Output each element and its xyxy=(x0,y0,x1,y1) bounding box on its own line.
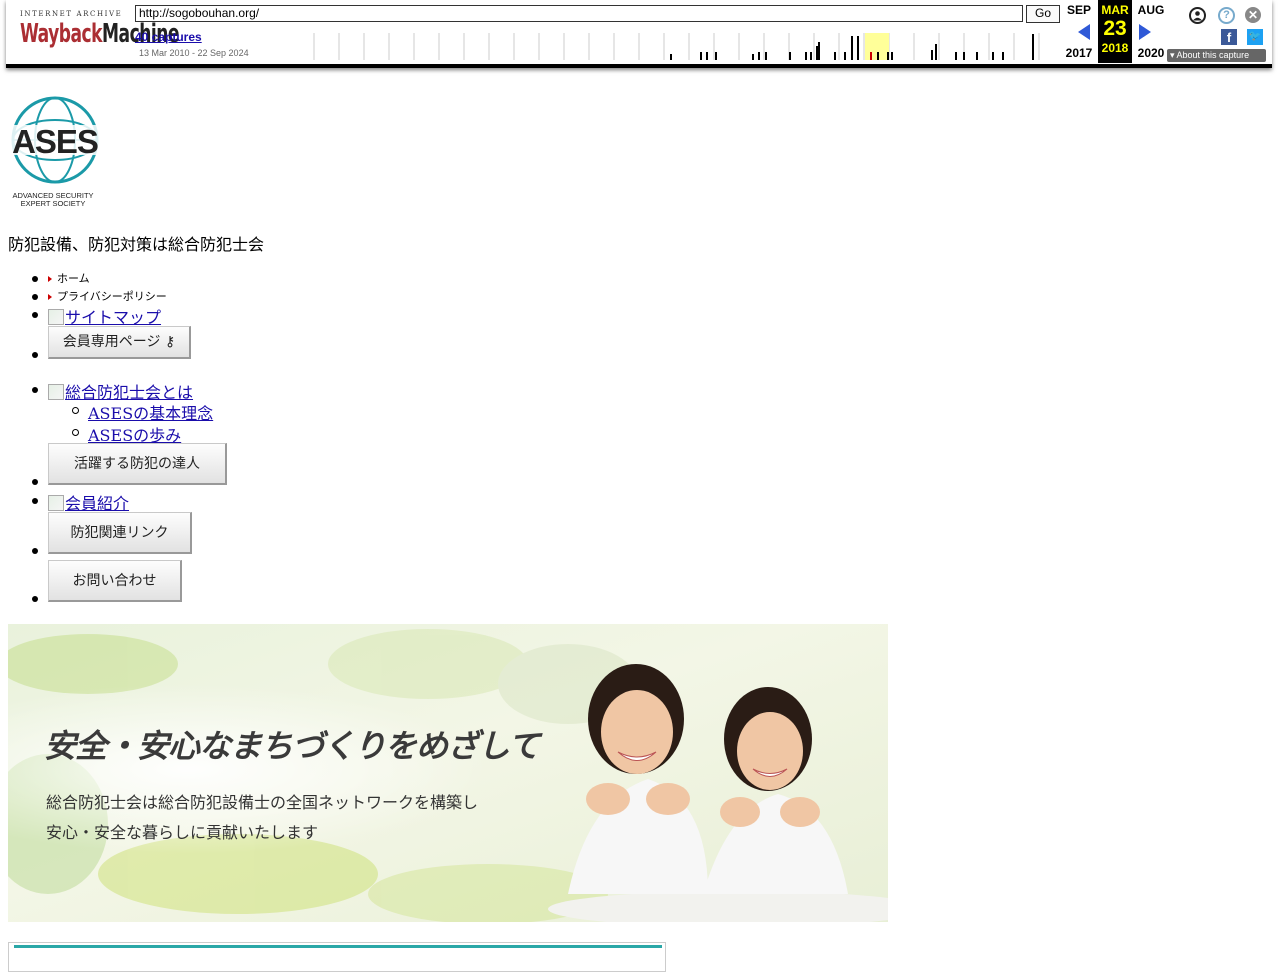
capture-tick xyxy=(706,52,708,60)
nav-privacy-link[interactable]: プライバシーポリシー xyxy=(48,288,167,304)
prev-capture-arrow-icon[interactable] xyxy=(1078,24,1090,40)
capture-tick xyxy=(844,52,846,60)
wayback-current-date: MAR 23 2018 xyxy=(1098,0,1132,63)
red-triangle-icon xyxy=(48,294,52,300)
wayback-capture-sparkline[interactable] xyxy=(308,33,1060,60)
capture-tick xyxy=(810,52,812,60)
list-bullet xyxy=(32,479,38,485)
capture-tick xyxy=(805,52,807,60)
contact-button[interactable]: お問い合わせ xyxy=(48,560,182,602)
user-icon[interactable] xyxy=(1189,7,1206,24)
wayback-captures-link[interactable]: 40 captures xyxy=(135,30,202,44)
wayback-logo-main: WaybackMachine xyxy=(20,19,180,49)
capture-tick xyxy=(834,52,836,60)
capture-tick xyxy=(789,52,791,60)
close-icon[interactable]: ✕ xyxy=(1245,7,1261,23)
capture-tick xyxy=(715,52,717,60)
wayback-prev-year[interactable]: 2017 xyxy=(1059,46,1099,60)
capture-tick xyxy=(818,42,820,60)
capture-tick xyxy=(752,54,754,60)
capture-tick xyxy=(816,46,818,60)
wayback-current-month: MAR xyxy=(1101,3,1129,17)
capture-tick xyxy=(955,52,957,60)
about-capture-button[interactable]: ▾ About this capture xyxy=(1167,49,1266,62)
list-bullet xyxy=(32,294,38,300)
capture-tick xyxy=(670,54,672,60)
ases-logo-emblem: ASES ADVANCED SECURITY EXPERT SOCIETY xyxy=(9,96,101,208)
wayback-url-input[interactable]: http://sogobouhan.org/ xyxy=(135,5,1023,22)
list-bullet xyxy=(32,352,38,358)
capture-tick xyxy=(870,52,872,60)
banner-image xyxy=(8,624,888,922)
capture-tick xyxy=(857,36,859,60)
facebook-icon[interactable]: f xyxy=(1221,29,1237,45)
wayback-current-day: 23 xyxy=(1103,17,1127,40)
wayback-toolbar: INTERNET ARCHIVE WaybackMachine http://s… xyxy=(6,0,1272,68)
list-bullet-hollow xyxy=(72,407,79,414)
twitter-icon[interactable]: 🐦 xyxy=(1247,29,1263,45)
broken-image-icon xyxy=(48,309,64,325)
wayback-logo[interactable]: INTERNET ARCHIVE WaybackMachine xyxy=(20,10,180,50)
list-bullet xyxy=(32,312,38,318)
wayback-go-button[interactable]: Go xyxy=(1026,5,1060,23)
info-box-header-bar xyxy=(14,945,662,948)
nav-home-link[interactable]: ホーム xyxy=(48,270,90,286)
wayback-next-year[interactable]: 2020 xyxy=(1131,46,1171,60)
wayback-logo-top: INTERNET ARCHIVE xyxy=(20,10,123,18)
capture-tick xyxy=(765,52,767,60)
capture-tick xyxy=(931,50,933,60)
nav-about-philosophy-link[interactable]: ASESの基本理念 xyxy=(88,400,213,424)
list-bullet xyxy=(32,596,38,602)
wayback-prev-month[interactable]: SEP xyxy=(1059,3,1099,17)
next-capture-arrow-icon[interactable] xyxy=(1139,24,1151,40)
nav-sitemap-link[interactable]: サイトマップ xyxy=(48,304,161,328)
banner-headline: 安全・安心なまちづくりをめざして xyxy=(44,727,540,765)
site-tagline: 防犯設備、防犯対策は総合防犯士会 xyxy=(8,235,265,254)
list-bullet xyxy=(32,276,38,282)
ases-logo-sub2: EXPERT SOCIETY xyxy=(21,199,86,208)
experts-button[interactable]: 活躍する防犯の達人 xyxy=(48,443,227,485)
links-button[interactable]: 防犯関連リンク xyxy=(48,512,192,554)
capture-tick xyxy=(758,52,760,60)
red-triangle-icon xyxy=(48,276,52,282)
banner-line1: 総合防犯士会は総合防犯設備士の全国ネットワークを構築し xyxy=(46,793,479,812)
ases-logo[interactable]: ASES ADVANCED SECURITY EXPERT SOCIETY xyxy=(8,96,104,210)
key-icon: ⚷ xyxy=(164,334,176,350)
capture-tick xyxy=(700,52,702,60)
capture-tick xyxy=(877,52,879,60)
wayback-capture-range: 13 Mar 2010 - 22 Sep 2024 xyxy=(139,48,249,58)
help-icon[interactable]: ? xyxy=(1218,7,1235,24)
broken-image-icon xyxy=(48,495,64,511)
banner-line2: 安心・安全な暮らしに貢献いたします xyxy=(46,823,319,842)
capture-tick xyxy=(1002,52,1004,60)
capture-tick xyxy=(887,52,889,60)
info-box xyxy=(8,942,666,972)
capture-tick xyxy=(851,36,853,60)
hero-banner: 安全・安心なまちづくりをめざして 総合防犯士会は総合防犯設備士の全国ネットワーク… xyxy=(8,624,888,922)
capture-tick xyxy=(976,52,978,60)
list-bullet xyxy=(32,498,38,504)
capture-tick xyxy=(992,52,994,60)
list-bullet xyxy=(32,387,38,393)
ases-logo-word: ASES xyxy=(12,123,98,160)
capture-tick xyxy=(935,44,937,60)
nav-members-link[interactable]: 会員紹介 xyxy=(48,490,129,514)
broken-image-icon xyxy=(48,384,64,400)
wayback-next-month[interactable]: AUG xyxy=(1131,3,1171,17)
members-page-button[interactable]: 会員専用ページ ⚷ xyxy=(48,326,191,359)
capture-tick xyxy=(1032,34,1034,60)
capture-tick xyxy=(963,52,965,60)
wayback-current-year: 2018 xyxy=(1101,41,1129,55)
list-bullet-hollow xyxy=(72,429,79,436)
list-bullet xyxy=(32,548,38,554)
capture-tick xyxy=(891,52,893,60)
